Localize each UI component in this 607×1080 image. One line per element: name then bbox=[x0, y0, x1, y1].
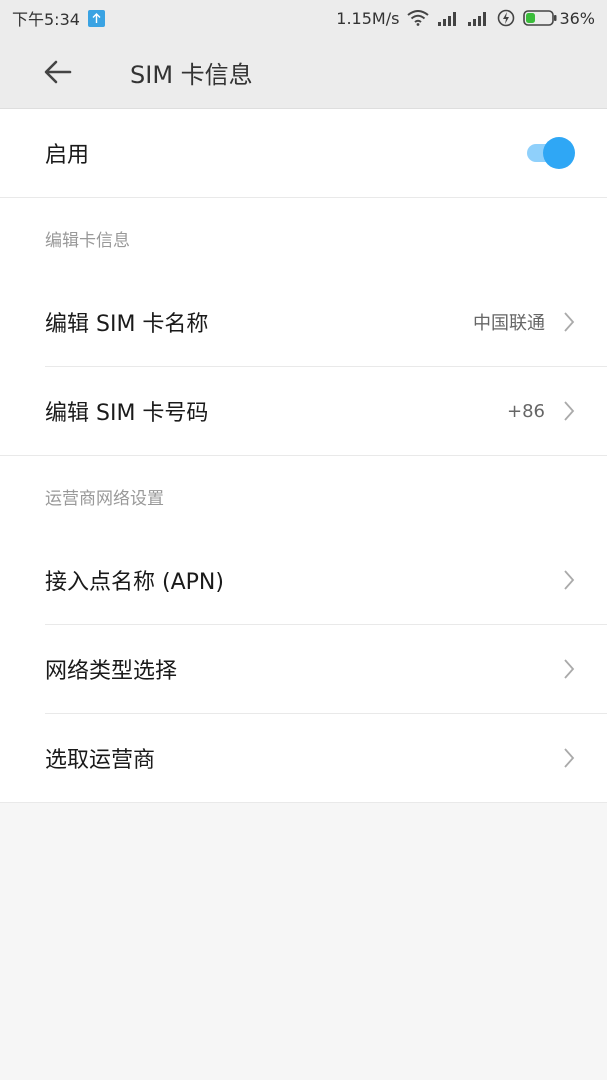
section-header-edit-card: 编辑卡信息 bbox=[45, 230, 130, 251]
chevron-right-icon bbox=[564, 401, 575, 421]
page-title: SIM 卡信息 bbox=[130, 60, 253, 89]
section-header-carrier: 运营商网络设置 bbox=[45, 488, 164, 509]
signal-icon bbox=[467, 10, 489, 26]
battery-icon: 36% bbox=[523, 9, 595, 28]
chevron-right-icon bbox=[564, 748, 575, 768]
chevron-right-icon bbox=[564, 312, 575, 332]
wifi-icon bbox=[407, 10, 430, 26]
back-button[interactable] bbox=[28, 42, 88, 102]
divider bbox=[0, 802, 607, 803]
apn-label: 接入点名称 (APN) bbox=[45, 570, 224, 595]
select-carrier-row[interactable]: 选取运营商 bbox=[0, 714, 607, 802]
network-type-label: 网络类型选择 bbox=[45, 659, 178, 684]
chevron-right-icon bbox=[564, 659, 575, 679]
apn-row[interactable]: 接入点名称 (APN) bbox=[0, 536, 607, 624]
upload-icon bbox=[87, 9, 105, 27]
status-bar: 下午5:34 1.15M/s 36% bbox=[0, 0, 607, 36]
sim-number-value: +86 bbox=[507, 400, 545, 422]
title-bar: SIM 卡信息 bbox=[0, 36, 607, 109]
edit-sim-number-row[interactable]: 编辑 SIM 卡号码 +86 bbox=[0, 367, 607, 455]
network-speed: 1.15M/s bbox=[336, 8, 400, 28]
sim-name-value: 中国联通 bbox=[473, 313, 545, 334]
status-time: 下午5:34 bbox=[12, 10, 80, 29]
enable-row[interactable]: 启用 bbox=[0, 109, 607, 197]
enable-toggle[interactable] bbox=[527, 137, 575, 169]
battery-percent: 36% bbox=[559, 8, 595, 28]
edit-sim-name-label: 编辑 SIM 卡名称 bbox=[45, 312, 209, 337]
charging-icon bbox=[497, 9, 515, 27]
signal-icon bbox=[437, 10, 459, 26]
enable-panel: 启用 编辑卡信息 编辑 SIM 卡名称 中国联通 编辑 SIM 卡号码 +86 … bbox=[0, 109, 607, 803]
network-type-row[interactable]: 网络类型选择 bbox=[0, 625, 607, 713]
edit-sim-name-row[interactable]: 编辑 SIM 卡名称 中国联通 bbox=[0, 278, 607, 366]
back-arrow-icon bbox=[44, 60, 72, 84]
enable-label: 启用 bbox=[45, 143, 90, 168]
edit-sim-number-label: 编辑 SIM 卡号码 bbox=[45, 401, 209, 426]
chevron-right-icon bbox=[564, 570, 575, 590]
select-carrier-label: 选取运营商 bbox=[45, 748, 156, 773]
toggle-knob bbox=[543, 137, 575, 169]
